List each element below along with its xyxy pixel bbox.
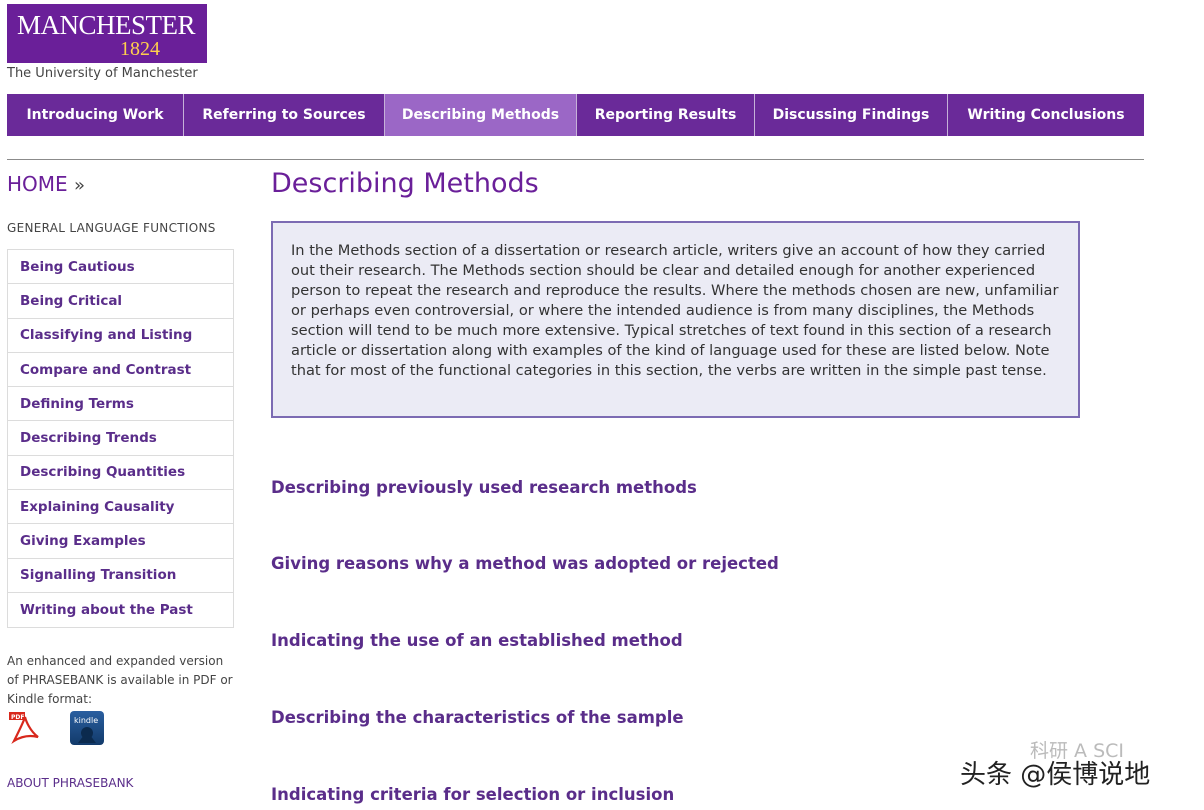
- pdf-icon-label: PDF: [11, 714, 24, 721]
- logo-wordmark: MANCHESTER: [17, 10, 196, 40]
- intro-text: In the Methods section of a dissertation…: [291, 242, 1059, 379]
- nav-reporting-results[interactable]: Reporting Results: [577, 94, 755, 136]
- about-phrasebank-link[interactable]: ABOUT PHRASEBANK: [7, 776, 133, 790]
- section-previously-used-methods[interactable]: Describing previously used research meth…: [271, 478, 697, 497]
- home-link[interactable]: HOME »: [7, 172, 85, 196]
- home-label: HOME: [7, 172, 68, 196]
- nav-referring-to-sources[interactable]: Referring to Sources: [184, 94, 385, 136]
- nav-describing-methods[interactable]: Describing Methods: [385, 94, 577, 136]
- section-sample-characteristics[interactable]: Describing the characteristics of the sa…: [271, 708, 684, 727]
- sidebar-item-explaining-causality[interactable]: Explaining Causality: [8, 490, 233, 525]
- nav-writing-conclusions[interactable]: Writing Conclusions: [948, 94, 1144, 136]
- sidebar-heading: GENERAL LANGUAGE FUNCTIONS: [7, 221, 216, 235]
- pdf-icon[interactable]: PDF: [8, 711, 42, 745]
- intro-box: In the Methods section of a dissertation…: [271, 221, 1080, 418]
- page-title: Describing Methods: [271, 168, 539, 199]
- header-divider: [7, 159, 1144, 160]
- university-logo[interactable]: MANCHESTER 1824: [7, 4, 207, 63]
- nav-introducing-work[interactable]: Introducing Work: [7, 94, 184, 136]
- nav-discussing-findings[interactable]: Discussing Findings: [755, 94, 948, 136]
- sidebar-item-classifying-and-listing[interactable]: Classifying and Listing: [8, 319, 233, 353]
- kindle-icon-label: kindle: [74, 716, 98, 725]
- sidebar-item-signalling-transition[interactable]: Signalling Transition: [8, 559, 233, 593]
- watermark-text: 头条 @侯博说地: [960, 760, 1151, 790]
- logo-year: 1824: [120, 38, 160, 60]
- main-nav: Introducing Work Referring to Sources De…: [7, 94, 1144, 136]
- sidebar-menu: Being Cautious Being Critical Classifyin…: [7, 249, 234, 629]
- sidebar-item-being-cautious[interactable]: Being Cautious: [8, 250, 233, 285]
- kindle-icon[interactable]: kindle: [70, 711, 104, 745]
- section-reasons-method-adopted[interactable]: Giving reasons why a method was adopted …: [271, 554, 779, 573]
- sidebar-item-defining-terms[interactable]: Defining Terms: [8, 387, 233, 422]
- sidebar-item-giving-examples[interactable]: Giving Examples: [8, 524, 233, 559]
- sidebar-item-compare-and-contrast[interactable]: Compare and Contrast: [8, 353, 233, 388]
- university-name: The University of Manchester: [7, 66, 198, 81]
- sidebar-item-being-critical[interactable]: Being Critical: [8, 284, 233, 319]
- download-formats: PDF kindle: [8, 711, 104, 745]
- section-established-method[interactable]: Indicating the use of an established met…: [271, 631, 683, 650]
- sidebar-item-describing-quantities[interactable]: Describing Quantities: [8, 456, 233, 491]
- sidebar-item-writing-about-the-past[interactable]: Writing about the Past: [8, 593, 233, 627]
- sidebar-item-describing-trends[interactable]: Describing Trends: [8, 421, 233, 456]
- section-selection-criteria[interactable]: Indicating criteria for selection or inc…: [271, 785, 674, 804]
- home-arrow: »: [74, 175, 86, 196]
- enhanced-version-note: An enhanced and expanded version of PHRA…: [7, 654, 233, 706]
